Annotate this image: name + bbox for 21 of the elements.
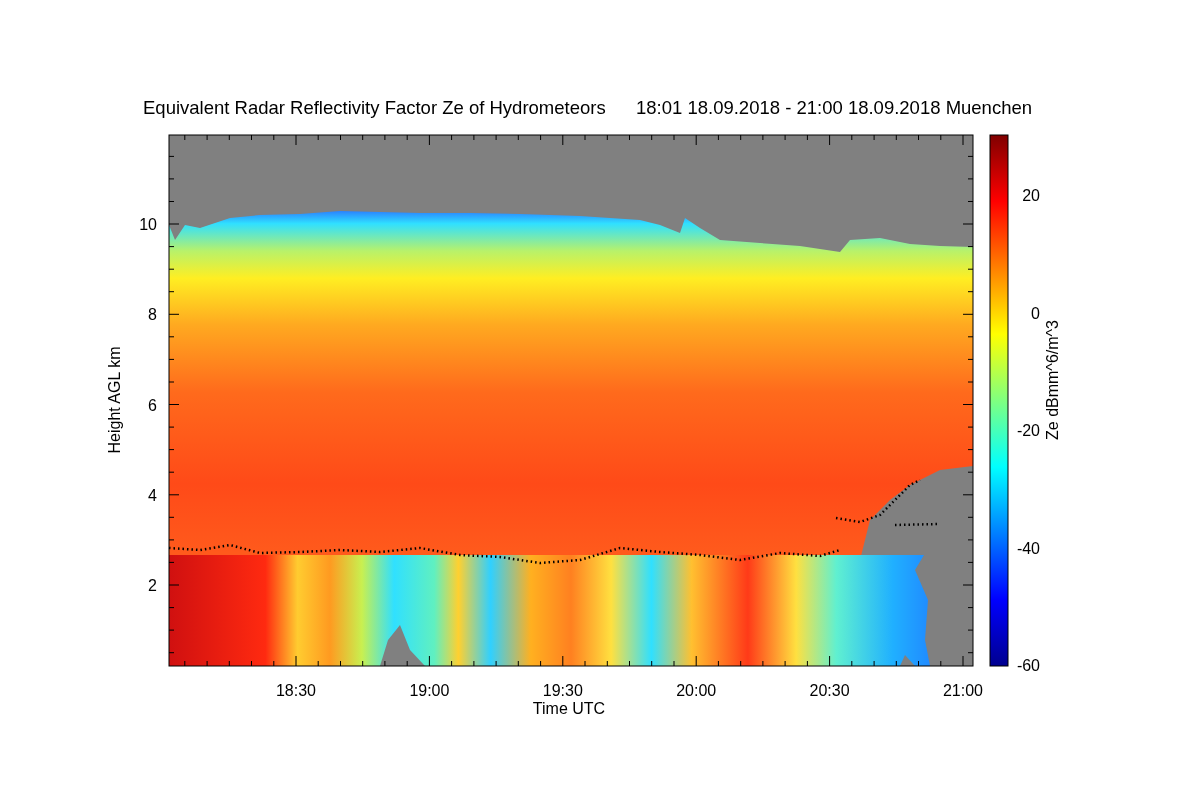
colorbar-tick-label: -20	[1016, 422, 1040, 440]
x-tick-label: 18:30	[276, 682, 316, 699]
colorbar-tick-label: 0	[1031, 304, 1040, 322]
x-tick-label: 19:30	[542, 682, 583, 699]
x-tick-label: 20:30	[809, 682, 850, 699]
colorbar-tick-label: -40	[1016, 539, 1040, 557]
x-axis-label: Time UTC	[532, 700, 606, 717]
y-tick-label: 8	[148, 306, 157, 324]
x-tick-label: 20:00	[676, 682, 717, 699]
colorbar-tick-label: -60	[1016, 657, 1040, 675]
y-tick-label: 2	[148, 577, 157, 594]
y-tick-label: 4	[148, 486, 157, 504]
chart-title: Equivalent Radar Reflectivity Factor Ze of Hydrometeors	[143, 97, 606, 118]
y-tick-label: 6	[148, 396, 157, 414]
colorbar-tick-label: 20	[1022, 187, 1040, 204]
x-tick-label: 21:00	[943, 682, 983, 699]
y-tick-label: 10	[139, 216, 157, 233]
chart-period: 18:01 18.09.2018 - 21:00 18.09.2018 Muenchen	[636, 97, 1033, 118]
colorbar-label: Ze dBmm^6/m^3	[1044, 320, 1061, 440]
y-axis-label: Height AGL km	[106, 346, 123, 454]
x-tick-label: 19:00	[409, 682, 450, 699]
